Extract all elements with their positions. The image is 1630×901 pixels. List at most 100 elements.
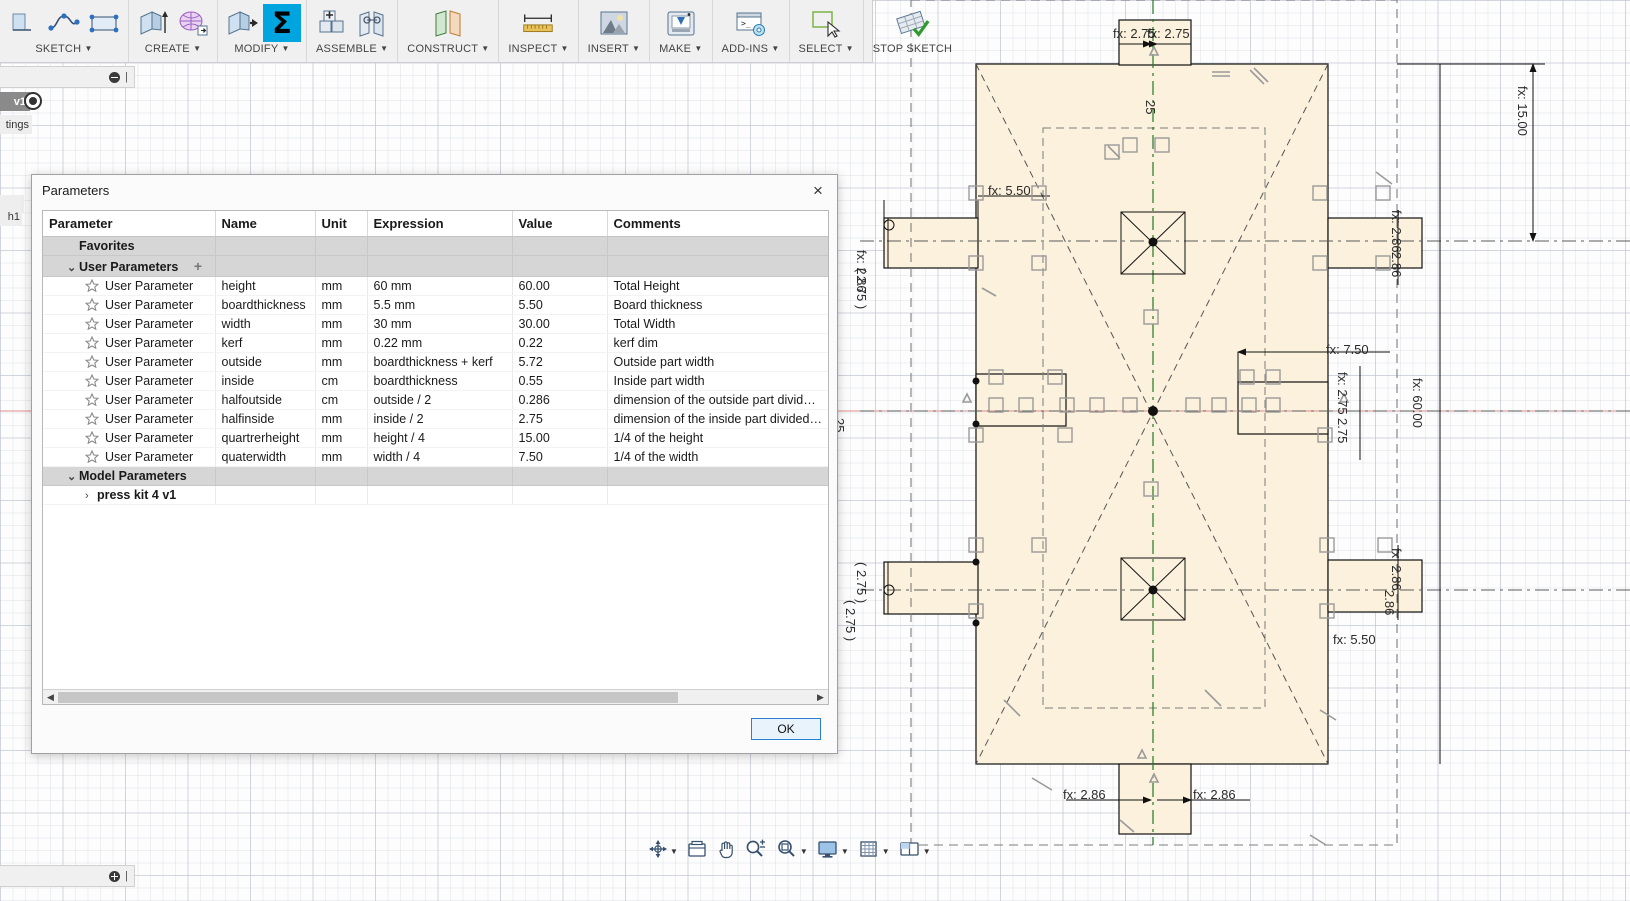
cell-value[interactable]: 0.286 <box>512 390 608 410</box>
toolbar-group-add-ins[interactable]: >_ ADD-INS ▼ <box>713 0 790 62</box>
toolbar-group-assemble[interactable]: ASSEMBLE ▼ <box>307 0 399 62</box>
cell-expression[interactable]: width / 4 <box>367 447 513 467</box>
toolbar-group-label[interactable]: CREATE ▼ <box>141 42 205 60</box>
chevron-down-icon[interactable]: ▼ <box>771 44 779 53</box>
chevron-down-icon[interactable]: ▼ <box>193 44 201 53</box>
ok-button[interactable]: OK <box>751 718 821 740</box>
dim-mid-vert-b[interactable]: 2.75 <box>1335 418 1350 443</box>
cell-value[interactable]: 5.50 <box>512 295 608 315</box>
toolbar-group-insert[interactable]: INSERT ▼ <box>579 0 651 62</box>
toolbar-group-stop-sketch[interactable]: STOP SKETCH <box>864 0 961 62</box>
favorite-star-icon[interactable] <box>84 449 100 463</box>
cell-expression[interactable]: inside / 2 <box>367 409 513 429</box>
cell-comments[interactable]: Total Width <box>607 314 828 334</box>
favorite-star-icon[interactable] <box>84 335 100 349</box>
cell-expression[interactable]: boardthickness + kerf <box>367 352 513 372</box>
toolbar-group-label[interactable]: MAKE ▼ <box>655 42 706 60</box>
cell-expression[interactable]: boardthickness <box>367 371 513 391</box>
cell-value[interactable]: 0.55 <box>512 371 608 391</box>
cell-parameter[interactable]: User Parameter <box>43 371 216 391</box>
cell-parameter[interactable]: User Parameter <box>43 409 216 429</box>
cell-parameter[interactable]: User Parameter <box>43 352 216 372</box>
measure-icon[interactable] <box>519 4 557 42</box>
column-header-comments[interactable]: Comments <box>607 211 828 237</box>
cell-comments[interactable]: dimension of the outside part divided x2 <box>607 390 828 410</box>
scroll-left-icon[interactable]: ◀ <box>43 689 58 704</box>
component-label-cell[interactable]: › press kit 4 v1 <box>43 485 216 505</box>
toolbar-group-label[interactable]: SKETCH ▼ <box>31 42 96 60</box>
change-parameters-icon[interactable]: Σ <box>263 4 301 42</box>
toolbar-group-label[interactable]: CONSTRUCT ▼ <box>403 42 493 60</box>
cell-expression[interactable]: 60 mm <box>367 276 513 296</box>
group-row-model-parameters[interactable]: ⌄ Model Parameters <box>43 466 828 486</box>
dim-far-right[interactable]: fx: 60.00 <box>1410 378 1425 428</box>
column-header-name[interactable]: Name <box>215 211 316 237</box>
chevron-right-icon[interactable]: › <box>85 490 97 502</box>
cell-comments[interactable]: 1/4 of the height <box>607 428 828 448</box>
toolbar-group-sketch[interactable]: SKETCH ▼ <box>0 0 129 62</box>
group-row-user-parameters[interactable]: ⌄ User Parameters + <box>43 255 828 277</box>
dim-right-vert-a[interactable]: fx: 2.86 <box>1389 210 1404 253</box>
dim-lower-right-b[interactable]: 2.86 <box>1382 590 1397 615</box>
column-header-value[interactable]: Value <box>512 211 608 237</box>
favorite-star-icon[interactable] <box>84 392 100 406</box>
collapse-icon[interactable] <box>109 71 121 83</box>
chevron-down-icon[interactable]: ▼ <box>882 847 890 856</box>
toolbar-group-label[interactable]: INSPECT ▼ <box>504 42 572 60</box>
document-visibility-toggle[interactable] <box>24 92 42 110</box>
chevron-down-icon[interactable]: ▼ <box>281 44 289 53</box>
cell-name[interactable]: height <box>215 276 316 296</box>
zoom-window-icon[interactable] <box>776 839 798 864</box>
navbar-zoom-window[interactable]: ▼ <box>773 837 811 866</box>
favorite-star-icon[interactable] <box>84 354 100 368</box>
cell-expression[interactable]: 30 mm <box>367 314 513 334</box>
timeline-expand-bar[interactable]: | <box>0 865 135 887</box>
toolbar-group-inspect[interactable]: INSPECT ▼ <box>499 0 579 62</box>
toolbar-group-label[interactable]: INSERT ▼ <box>584 42 645 60</box>
expand-icon[interactable] <box>109 870 121 882</box>
cell-unit[interactable]: mm <box>315 447 368 467</box>
navbar-display-views[interactable] <box>684 838 710 865</box>
horizontal-scrollbar[interactable]: ◀ ▶ <box>43 689 828 704</box>
browser-sketch-node[interactable]: h1 <box>0 208 22 226</box>
cell-unit[interactable]: mm <box>315 276 368 296</box>
cell-value[interactable]: 5.72 <box>512 352 608 372</box>
group-label-cell[interactable]: Favorites <box>43 236 216 256</box>
offset-plane-icon[interactable] <box>429 4 467 42</box>
chevron-down-icon[interactable]: ▼ <box>481 44 489 53</box>
dim-lower-left-b[interactable]: ( 2.75 ) <box>843 600 858 641</box>
stop-sketch-icon[interactable] <box>893 4 931 42</box>
grid-snaps-icon[interactable] <box>858 839 880 864</box>
cell-comments[interactable]: Inside part width <box>607 371 828 391</box>
cell-comments[interactable]: 1/4 of the width <box>607 447 828 467</box>
navbar-pan[interactable] <box>713 837 739 866</box>
toolbar-group-modify[interactable]: Σ MODIFY ▼ <box>218 0 307 62</box>
new-component-icon[interactable] <box>313 4 351 42</box>
group-label-cell[interactable]: ⌄ Model Parameters <box>43 466 216 486</box>
cell-parameter[interactable]: User Parameter <box>43 447 216 467</box>
dim-right-vert-b[interactable]: 2.86 <box>1389 252 1404 277</box>
chevron-down-icon[interactable]: ⌄ <box>67 261 79 274</box>
table-row[interactable]: User Parameter halfinside mm inside / 2 2.75… <box>43 409 828 429</box>
dim-lower-left-a[interactable]: ( 2.75 ) <box>854 562 869 603</box>
table-row[interactable]: User Parameter height mm 60 mm 60.00 Total He… <box>43 276 828 296</box>
cell-parameter[interactable]: User Parameter <box>43 295 216 315</box>
dim-lower-right-a[interactable]: fx: 2.86 <box>1389 548 1404 591</box>
navbar-display-settings[interactable]: ▼ <box>814 837 852 866</box>
table-row[interactable]: User Parameter kerf mm 0.22 mm 0.22 kerf dim <box>43 333 828 353</box>
viewports-icon[interactable] <box>899 839 921 864</box>
cell-name[interactable]: inside <box>215 371 316 391</box>
table-row[interactable]: User Parameter width mm 30 mm 30.00 Total Wid… <box>43 314 828 334</box>
cell-unit[interactable]: mm <box>315 314 368 334</box>
toolbar-group-label[interactable]: SELECT ▼ <box>795 42 858 60</box>
cell-expression[interactable]: height / 4 <box>367 428 513 448</box>
chevron-down-icon[interactable]: ⌄ <box>67 470 79 483</box>
sketch-spline-icon[interactable] <box>45 4 83 42</box>
cell-value[interactable]: 15.00 <box>512 428 608 448</box>
parameters-table[interactable]: Parameter Name Unit Expression Value Comments… <box>43 211 828 505</box>
chevron-down-icon[interactable]: ▼ <box>923 847 931 856</box>
navbar-zoom[interactable] <box>742 837 770 866</box>
cell-unit[interactable]: cm <box>315 390 368 410</box>
close-icon[interactable]: × <box>805 178 831 204</box>
favorite-star-icon[interactable] <box>84 411 100 425</box>
